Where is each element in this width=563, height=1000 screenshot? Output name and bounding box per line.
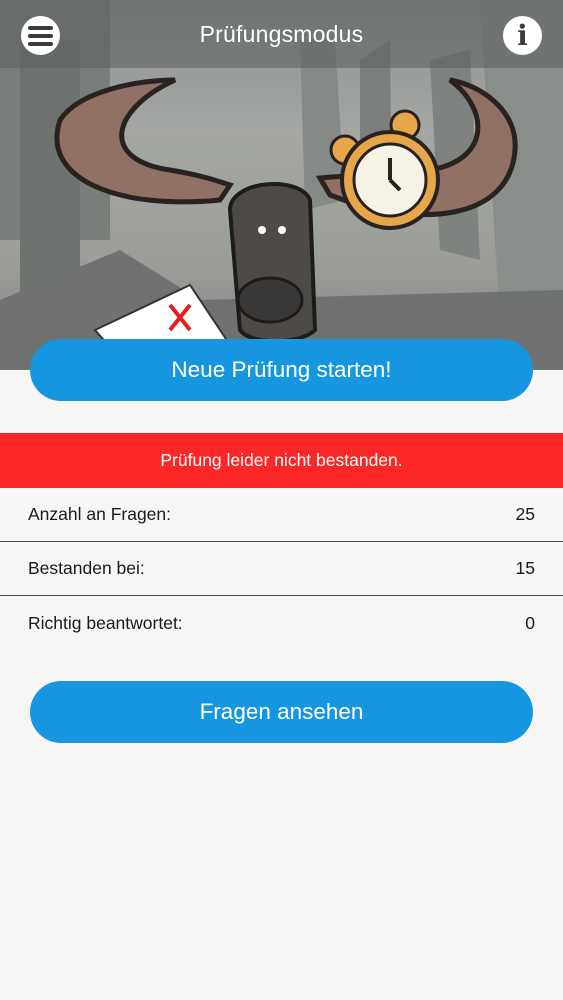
info-glyph: i: [517, 18, 528, 52]
menu-bar-middle: [28, 33, 53, 38]
monster-eye-right: [278, 226, 286, 234]
menu-icon[interactable]: [21, 16, 60, 55]
stat-value: 0: [525, 612, 535, 633]
stat-value: 25: [515, 504, 535, 524]
stat-row-pass-threshold: Bestanden bei: 15: [0, 542, 563, 596]
stat-row-correct-answers: Richtig beantwortet: 0: [0, 596, 563, 650]
stat-row-question-count: Anzahl an Fragen: 25: [0, 488, 563, 542]
app-header: Prüfungsmodus i: [0, 0, 563, 68]
menu-bar-bottom: [28, 41, 53, 46]
page-title: Prüfungsmodus: [199, 20, 364, 47]
exam-failed-banner: Prüfung leider nicht bestanden.: [0, 433, 563, 488]
stat-value: 15: [515, 558, 535, 578]
view-questions-button[interactable]: Fragen ansehen: [30, 681, 533, 743]
monster-eye-left: [258, 226, 266, 234]
stat-label: Bestanden bei:: [28, 558, 145, 578]
monster-snout: [236, 276, 304, 324]
exam-stats-list: Anzahl an Fragen: 25 Bestanden bei: 15 R…: [0, 488, 563, 650]
stat-label: Richtig beantwortet:: [28, 612, 183, 633]
info-icon[interactable]: i: [503, 16, 542, 55]
menu-bar-top: [28, 25, 53, 30]
stat-label: Anzahl an Fragen:: [28, 504, 172, 524]
start-new-exam-button[interactable]: Neue Prüfung starten!: [30, 339, 533, 401]
